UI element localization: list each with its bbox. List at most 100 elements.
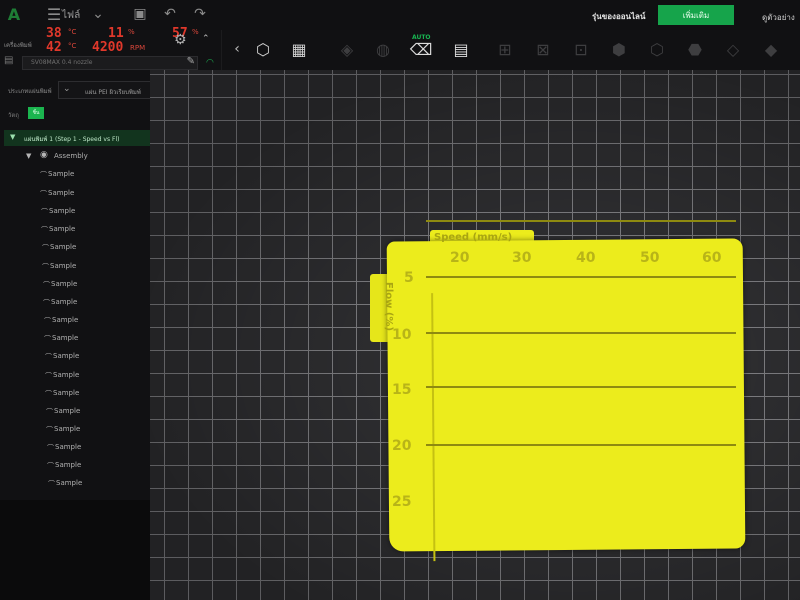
speed-tick-label: 60 <box>702 250 722 266</box>
caret-down-icon[interactable]: ▼ <box>10 133 15 141</box>
add-button[interactable]: เพิ่มเติม <box>658 5 734 25</box>
app-logo: A <box>7 4 21 24</box>
printer-icon: ▤ <box>4 55 14 66</box>
nozzle-temp-current: 38 <box>46 26 62 41</box>
flow-tick-label: 5 <box>404 270 414 286</box>
menu-icon[interactable]: ☰ <box>44 4 64 24</box>
nozzle-target-unit: °C <box>68 42 77 50</box>
arrange-icon[interactable]: ◈ <box>334 36 360 62</box>
sample-icon: ⌒ <box>41 226 48 234</box>
tree-item-label: Sample <box>49 225 76 233</box>
tree-item-label: Sample <box>52 316 79 324</box>
cut-icon[interactable]: ⬡ <box>644 36 670 62</box>
app-window: A ☰ ไฟล์ ⌄ ▣ ↶ ↷ รุ่นของออนไลน์ เพิ่มเติ… <box>0 0 800 600</box>
speed-tick-label: 40 <box>576 250 596 266</box>
tree-item-label: Sample <box>54 407 81 415</box>
preview-link[interactable]: ดูตัวอย่าง <box>762 11 795 24</box>
part-body <box>386 238 746 562</box>
tab-parts[interactable]: ชิ้น <box>28 107 44 119</box>
file-menu-label[interactable]: ไฟล์ <box>62 8 80 23</box>
sample-icon: ⌒ <box>43 281 50 289</box>
flow-tick-label: 25 <box>392 494 412 510</box>
undo-icon[interactable]: ↶ <box>160 4 180 24</box>
tree-item-label: Sample <box>55 461 82 469</box>
support-icon[interactable]: ◇ <box>720 36 746 62</box>
bed-value: 11 <box>108 26 124 41</box>
chevron-up-icon[interactable]: ⌃ <box>202 34 210 44</box>
sample-icon: ⌒ <box>44 317 51 325</box>
assembly-label: Assembly <box>54 152 88 160</box>
fan-speed: 4200 <box>92 40 124 55</box>
layout-icon[interactable]: ▤ <box>448 36 474 62</box>
sample-icon: ⌒ <box>47 462 54 470</box>
sample-icon: ⌒ <box>41 208 48 216</box>
seam-icon[interactable]: ◆ <box>758 36 784 62</box>
tree-item-label: Sample <box>50 262 77 270</box>
sample-icon: ⌒ <box>40 190 47 198</box>
tree-item-label: Sample <box>55 443 82 451</box>
split-icon[interactable]: ⊞ <box>492 36 518 62</box>
bed-unit: % <box>128 28 135 36</box>
tree-item-label: Sample <box>48 170 75 178</box>
speed-tick-label: 20 <box>450 250 470 266</box>
flow-tick-label: 20 <box>392 438 412 454</box>
add-cube-icon[interactable]: ⬡ <box>250 36 276 62</box>
mesh-icon[interactable]: ⬣ <box>682 36 708 62</box>
speed-axis-title: Speed (mm/s) <box>434 232 513 243</box>
printer-status: เครื่องพิมพ์ 38 °C 42 °C 11 % 4200 RPM 5… <box>0 26 222 74</box>
tree-item-label: Sample <box>53 371 80 379</box>
tree-item-label: Sample <box>54 425 81 433</box>
calibration-print[interactable]: Speed (mm/s) Flow (%) 20 30 40 50 60 5 10 15 20… <box>370 220 746 562</box>
plate-type-label: ประเภทแผ่นพิมพ์ <box>8 88 52 95</box>
printer-label: เครื่องพิมพ์ <box>4 42 32 49</box>
flow-tick-label: 15 <box>392 382 412 398</box>
speed-tick-label: 30 <box>512 250 532 266</box>
part-fan-unit: % <box>192 28 199 36</box>
save-icon[interactable]: ▣ <box>130 4 150 24</box>
sample-icon: ⌒ <box>47 444 54 452</box>
sample-icon: ⌒ <box>42 244 49 252</box>
caret-down-icon[interactable]: ▼ <box>26 152 31 160</box>
online-models-link[interactable]: รุ่นของออนไลน์ <box>592 10 645 23</box>
chevron-down-icon: ⌄ <box>63 84 71 94</box>
tree-item-label: Sample <box>52 334 79 342</box>
nozzle-temp-unit: °C <box>68 28 77 36</box>
sample-icon: ⌒ <box>43 299 50 307</box>
row-divider-line <box>426 386 736 388</box>
tree-item-label: Sample <box>53 352 80 360</box>
tree-item-label: Sample <box>56 479 83 487</box>
tree-item-label: Sample <box>50 243 77 251</box>
sample-icon: ⌒ <box>44 335 51 343</box>
plate-type-value: แผ่น PEI ผิวเรียบพิมพ์ <box>85 89 141 96</box>
sample-icon: ⌒ <box>45 353 52 361</box>
flow-tick-label: 10 <box>392 327 412 343</box>
rotate-icon[interactable]: ⊡ <box>568 36 594 62</box>
sample-icon: ⌒ <box>46 408 53 416</box>
scale-icon[interactable]: ⬢ <box>606 36 632 62</box>
move-icon[interactable]: ⊠ <box>530 36 556 62</box>
eye-icon[interactable]: ◉ <box>40 150 48 160</box>
printer-select[interactable]: SV08MAX 0.4 nozzle ✎ <box>22 56 198 70</box>
wifi-icon: ◠ <box>206 58 214 68</box>
chevron-left-icon[interactable]: ‹ <box>224 36 250 62</box>
sample-icon: ⌒ <box>45 390 52 398</box>
row-divider-line <box>426 444 736 446</box>
sample-icon: ⌒ <box>46 426 53 434</box>
gear-icon[interactable]: ⚙ <box>174 32 187 48</box>
tab-objects[interactable]: วัตถุ <box>8 110 19 120</box>
eraser-icon[interactable]: ⌫ <box>408 36 434 62</box>
edit-icon[interactable]: ✎ <box>187 56 195 67</box>
chevron-down-icon[interactable]: ⌄ <box>88 4 108 24</box>
row-divider-line <box>426 220 736 222</box>
redo-icon[interactable]: ↷ <box>190 4 210 24</box>
row-divider-line <box>426 276 736 278</box>
plate-grid-icon[interactable]: ▦ <box>286 36 312 62</box>
sample-icon: ⌒ <box>48 480 55 488</box>
view-toolbar: ‹ ⬡ ▦ ◈ ◍ AUTO ⌫ ▤ ⊞ ⊠ ⊡ ⬢ ⬡ ⬣ ◇ ◆ <box>222 30 800 70</box>
nozzle-temp-target: 42 <box>46 40 62 55</box>
3d-viewport[interactable]: Speed (mm/s) Flow (%) 20 30 40 50 60 5 10 15 20… <box>150 70 800 600</box>
plate-tree-label: แผ่นพิมพ์ 1 (Step 1 - Speed vs Fl) <box>24 136 120 143</box>
sample-icon: ⌒ <box>40 171 47 179</box>
fan-speed-unit: RPM <box>130 44 146 52</box>
orient-icon[interactable]: ◍ <box>370 36 396 62</box>
